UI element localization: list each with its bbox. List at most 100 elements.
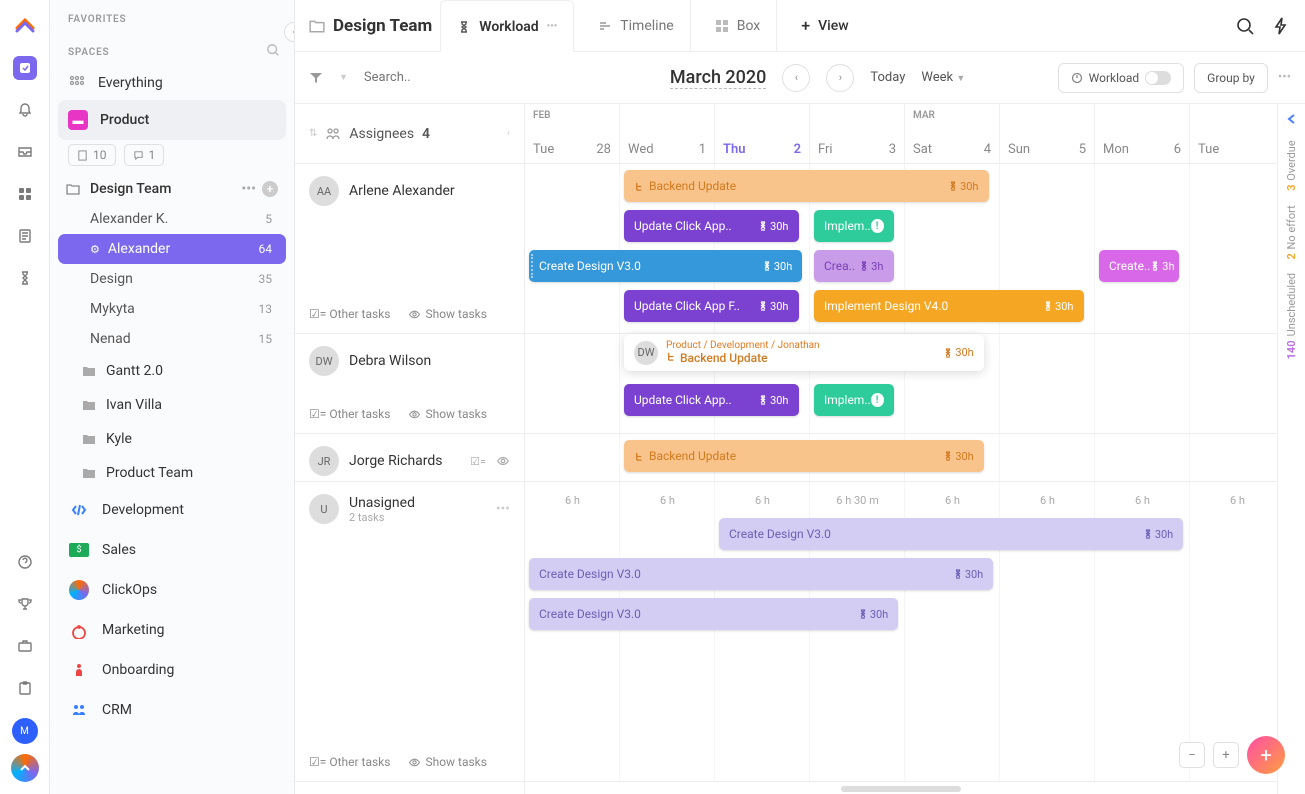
task-bar[interactable]: Create.. 3h: [1099, 250, 1179, 282]
show-tasks-button[interactable]: Show tasks: [408, 755, 487, 769]
task-bar[interactable]: Update Click App.. 30h: [624, 210, 799, 242]
other-tasks-button[interactable]: ☑= Other tasks: [309, 307, 390, 321]
more-icon[interactable]: •••: [1278, 70, 1291, 85]
page-title: Design Team: [309, 16, 432, 36]
people-icon: [325, 126, 341, 142]
overdue-tab[interactable]: 3 Overdue: [1285, 140, 1298, 191]
sidebar-item[interactable]: Alexander K.5: [50, 204, 294, 234]
space-item[interactable]: $Sales: [50, 530, 294, 570]
horizontal-scrollbar[interactable]: [841, 786, 961, 792]
assignee-name[interactable]: DWDebra Wilson: [309, 346, 510, 376]
assignee-name[interactable]: UUnasigned2 tasks•••: [309, 494, 510, 524]
sidebar-item[interactable]: ⚙Alexander64: [58, 234, 286, 264]
help-icon[interactable]: [13, 550, 37, 574]
user-avatar[interactable]: M: [12, 718, 38, 744]
home-icon[interactable]: [13, 56, 37, 80]
chevron-down-icon[interactable]: ▼: [339, 72, 348, 83]
task-bar[interactable]: Create Design V3.0 30h: [529, 598, 898, 630]
chevron-left-icon[interactable]: ‹: [507, 128, 510, 139]
folder-item[interactable]: Kyle: [50, 422, 294, 456]
sidebar-item[interactable]: Mykyta13: [50, 294, 294, 324]
space-item[interactable]: Development: [50, 490, 294, 530]
expand-icon[interactable]: [1285, 112, 1299, 126]
space-product[interactable]: ▬ Product: [58, 100, 286, 140]
timeline-row: 6 h6 h6 h6 h 30 m6 h6 h6 h6 h Create Des…: [525, 482, 1277, 782]
task-bar[interactable]: Create Design V3.0 30h: [719, 518, 1183, 550]
task-bar[interactable]: Create Design V3.0 30h: [529, 250, 802, 282]
task-bar[interactable]: Update Click App.. 30h: [624, 384, 799, 416]
sidebar-item[interactable]: Nenad15: [50, 324, 294, 354]
app-logo[interactable]: [11, 10, 39, 38]
folder-item[interactable]: Gantt 2.0: [50, 354, 294, 388]
other-tasks-button[interactable]: ☑= Other tasks: [309, 407, 390, 421]
bolt-icon[interactable]: [1271, 16, 1291, 36]
task-bar[interactable]: Update Click App F.. 30h: [624, 290, 799, 322]
tab-box[interactable]: Box: [699, 0, 778, 52]
space-item[interactable]: CRM: [50, 690, 294, 730]
prev-button[interactable]: ‹: [782, 64, 810, 92]
unscheduled-tab[interactable]: 140 Unscheduled: [1285, 273, 1298, 359]
chat-pill[interactable]: 1: [124, 144, 165, 166]
zoom-out-button[interactable]: −: [1179, 742, 1205, 768]
bell-icon[interactable]: [13, 98, 37, 122]
noeffort-tab[interactable]: 2 No effort: [1285, 205, 1298, 260]
briefcase-icon[interactable]: [13, 634, 37, 658]
create-button[interactable]: +: [1247, 736, 1285, 774]
timeline-row: DW Product / Development / Jonathan Back…: [525, 334, 1277, 434]
more-icon[interactable]: •••: [241, 181, 256, 197]
add-icon[interactable]: +: [262, 181, 278, 197]
show-tasks-button[interactable]: Show tasks: [408, 407, 487, 421]
assignee-row: UUnasigned2 tasks••• ☑= Other tasks Show t…: [295, 482, 524, 782]
search-input[interactable]: [364, 70, 484, 85]
sidebar-item[interactable]: Design35: [50, 264, 294, 294]
fab-group: − + +: [1179, 736, 1285, 774]
filter-icon[interactable]: [309, 71, 323, 85]
month-picker[interactable]: March 2020: [670, 67, 766, 89]
task-bar[interactable]: Create Design V3.0 30h: [529, 558, 993, 590]
tab-more-icon[interactable]: •••: [547, 21, 558, 32]
trophy-icon[interactable]: [13, 592, 37, 616]
docs-pill[interactable]: 10: [68, 144, 116, 166]
space-item[interactable]: Onboarding: [50, 650, 294, 690]
power-icon: [1071, 72, 1083, 84]
task-bar[interactable]: Backend Update 30h: [624, 170, 989, 202]
search-icon[interactable]: [266, 43, 280, 57]
design-team-folder[interactable]: Design Team ••• +: [50, 174, 294, 204]
task-bar[interactable]: Backend Update 30h: [624, 440, 984, 472]
workspace-avatar[interactable]: [11, 754, 39, 782]
inbox-icon[interactable]: [13, 140, 37, 164]
task-tooltip: DW Product / Development / Jonathan Back…: [624, 334, 984, 371]
workload-toggle[interactable]: Workload: [1058, 63, 1185, 93]
zoom-in-button[interactable]: +: [1213, 742, 1239, 768]
space-item[interactable]: Marketing: [50, 610, 294, 650]
clipboard-icon[interactable]: [13, 676, 37, 700]
timeline[interactable]: FEBTue28Wed1Thu2Fri3MARSat4Sun5Mon6Tue B…: [525, 104, 1277, 794]
show-tasks-button[interactable]: Show tasks: [408, 307, 487, 321]
search-icon[interactable]: [1235, 16, 1255, 36]
next-button[interactable]: ›: [826, 64, 854, 92]
folder-item[interactable]: Ivan Villa: [50, 388, 294, 422]
time-icon[interactable]: [13, 266, 37, 290]
task-bar[interactable]: Implem.. !: [814, 384, 894, 416]
tab-timeline[interactable]: Timeline: [582, 0, 690, 52]
tab-workload[interactable]: Workload •••: [440, 0, 574, 52]
groupby-button[interactable]: Group by: [1194, 63, 1268, 93]
assignees-header: ⇅ Assignees 4 ‹: [295, 104, 524, 164]
space-item[interactable]: ClickOps: [50, 570, 294, 610]
assignee-name[interactable]: JRJorge Richards☑=: [309, 446, 510, 476]
task-bar[interactable]: Crea.. 3h: [814, 250, 894, 282]
sort-icon[interactable]: ⇅: [309, 128, 317, 139]
other-tasks-button[interactable]: ☑= Other tasks: [309, 755, 390, 769]
everything-item[interactable]: Everything: [50, 66, 294, 100]
apps-icon[interactable]: [13, 182, 37, 206]
folder-item[interactable]: Product Team: [50, 456, 294, 490]
task-bar[interactable]: Implem.. !: [814, 210, 894, 242]
day-column: MARSat4: [905, 104, 1000, 163]
today-button[interactable]: Today: [870, 70, 905, 85]
toggle-icon: [1145, 71, 1171, 85]
add-view-button[interactable]: +View: [785, 0, 864, 52]
assignee-name[interactable]: AAArlene Alexander: [309, 176, 510, 206]
task-bar[interactable]: Implement Design V4.0 30h: [814, 290, 1084, 322]
doc-icon[interactable]: [13, 224, 37, 248]
range-picker[interactable]: Week ▼: [921, 70, 965, 85]
